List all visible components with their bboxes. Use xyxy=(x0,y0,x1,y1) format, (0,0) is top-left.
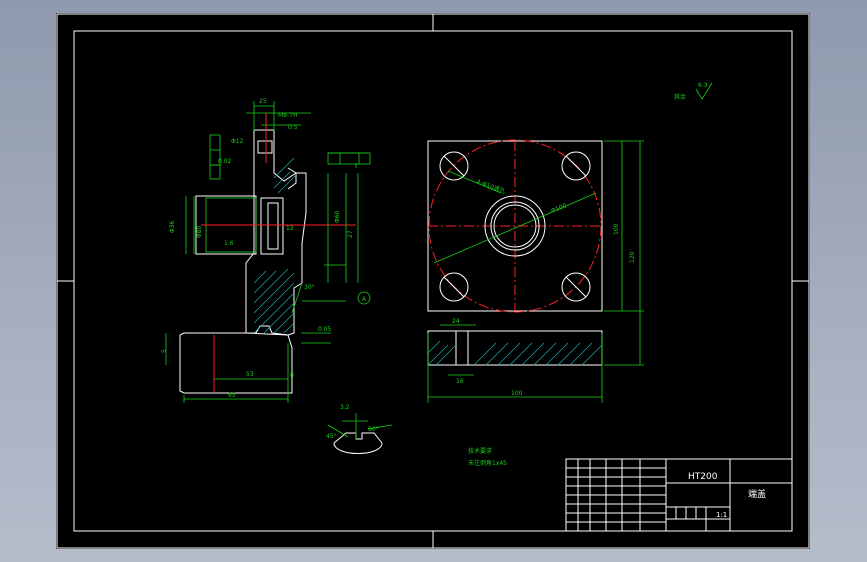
title-part-name: 端盖 xyxy=(748,488,766,500)
dim-tol-a: 0.05 xyxy=(318,326,332,333)
roughness-value: 6.3 xyxy=(698,82,708,89)
tech-req-text: 未注倒角1x45 xyxy=(468,459,507,467)
section-outline-right xyxy=(254,129,307,336)
dim-dia-c: Φ80 xyxy=(196,225,203,238)
dim-angle-b: 45° xyxy=(326,433,337,440)
dim-base-c: 8 xyxy=(290,372,294,379)
tolerance-frame-top[interactable] xyxy=(209,134,221,180)
dim-pcd: Φ100 xyxy=(550,202,568,215)
datum-label: A xyxy=(362,296,367,303)
dim-angle-a: 30° xyxy=(304,284,315,291)
plate-hatch xyxy=(427,340,603,366)
dim-dia-d: Φ60 xyxy=(334,210,341,223)
title-grid xyxy=(566,459,730,531)
cad-drawing-canvas[interactable]: 25 M8-7H 0.5 Φ12 Φ36 Φ80 Φ60 27 12 5 53 … xyxy=(56,13,810,549)
title-material: HT200 xyxy=(688,472,718,482)
section-outline-left xyxy=(245,130,289,336)
dim-width: 100 xyxy=(511,390,523,397)
section-view[interactable]: 25 M8-7H 0.5 Φ12 Φ36 Φ80 Φ60 27 12 5 53 … xyxy=(161,98,379,440)
groove-core xyxy=(267,202,279,250)
plate-section[interactable]: 100 24 16 xyxy=(427,318,603,403)
dim-chamfer: 1.6 xyxy=(224,240,234,247)
dim-dia-a: Φ12 xyxy=(231,138,244,145)
slot xyxy=(455,330,469,366)
section-hatch xyxy=(253,157,297,334)
detail-view[interactable] xyxy=(327,413,393,454)
dim-slot: 24 xyxy=(452,318,460,325)
dim-height-a: 27 xyxy=(347,230,354,238)
dim-thread: M8-7H xyxy=(278,112,298,119)
detail-outline xyxy=(333,432,383,454)
dim-dia-b: Φ36 xyxy=(169,220,176,233)
roughness-label: 其余 xyxy=(674,93,686,101)
dim-tol-b: 0.02 xyxy=(218,158,232,165)
chamfer-top xyxy=(287,167,297,190)
dim-hole-dia: 4-Φ10通孔 xyxy=(475,177,506,195)
drawing-frame xyxy=(73,30,793,532)
dim-base-a: 53 xyxy=(246,371,254,378)
dim-height: 120 xyxy=(629,251,636,263)
dim-height-b: 100 xyxy=(613,223,620,235)
tolerance-frame-right[interactable] xyxy=(327,152,371,165)
rough-small: 3.2 xyxy=(340,404,350,411)
dim-depth: 0.5 xyxy=(288,124,298,131)
thread-hole xyxy=(257,140,273,154)
flange-outline xyxy=(179,325,293,394)
roughness-note: 其余 6.3 xyxy=(674,82,713,101)
title-scale: 1:1 xyxy=(716,511,727,519)
dim-base-b: 65 xyxy=(228,392,236,399)
tech-req-title: 技术要求 xyxy=(468,447,492,455)
dim-flat-h: 5 xyxy=(161,349,168,353)
dim-slot-b: 16 xyxy=(456,378,464,385)
drawing-viewport[interactable]: 25 M8-7H 0.5 Φ12 Φ36 Φ80 Φ60 27 12 5 53 … xyxy=(56,13,810,549)
sheet-border xyxy=(56,13,810,549)
dim-top-width: 25 xyxy=(259,98,267,105)
title-block[interactable]: HT200 端盖 1:1 xyxy=(565,458,793,532)
dim-height-b: 12 xyxy=(286,225,294,232)
inner-groove xyxy=(260,197,284,255)
dim-angle-c: 60° xyxy=(368,426,379,433)
